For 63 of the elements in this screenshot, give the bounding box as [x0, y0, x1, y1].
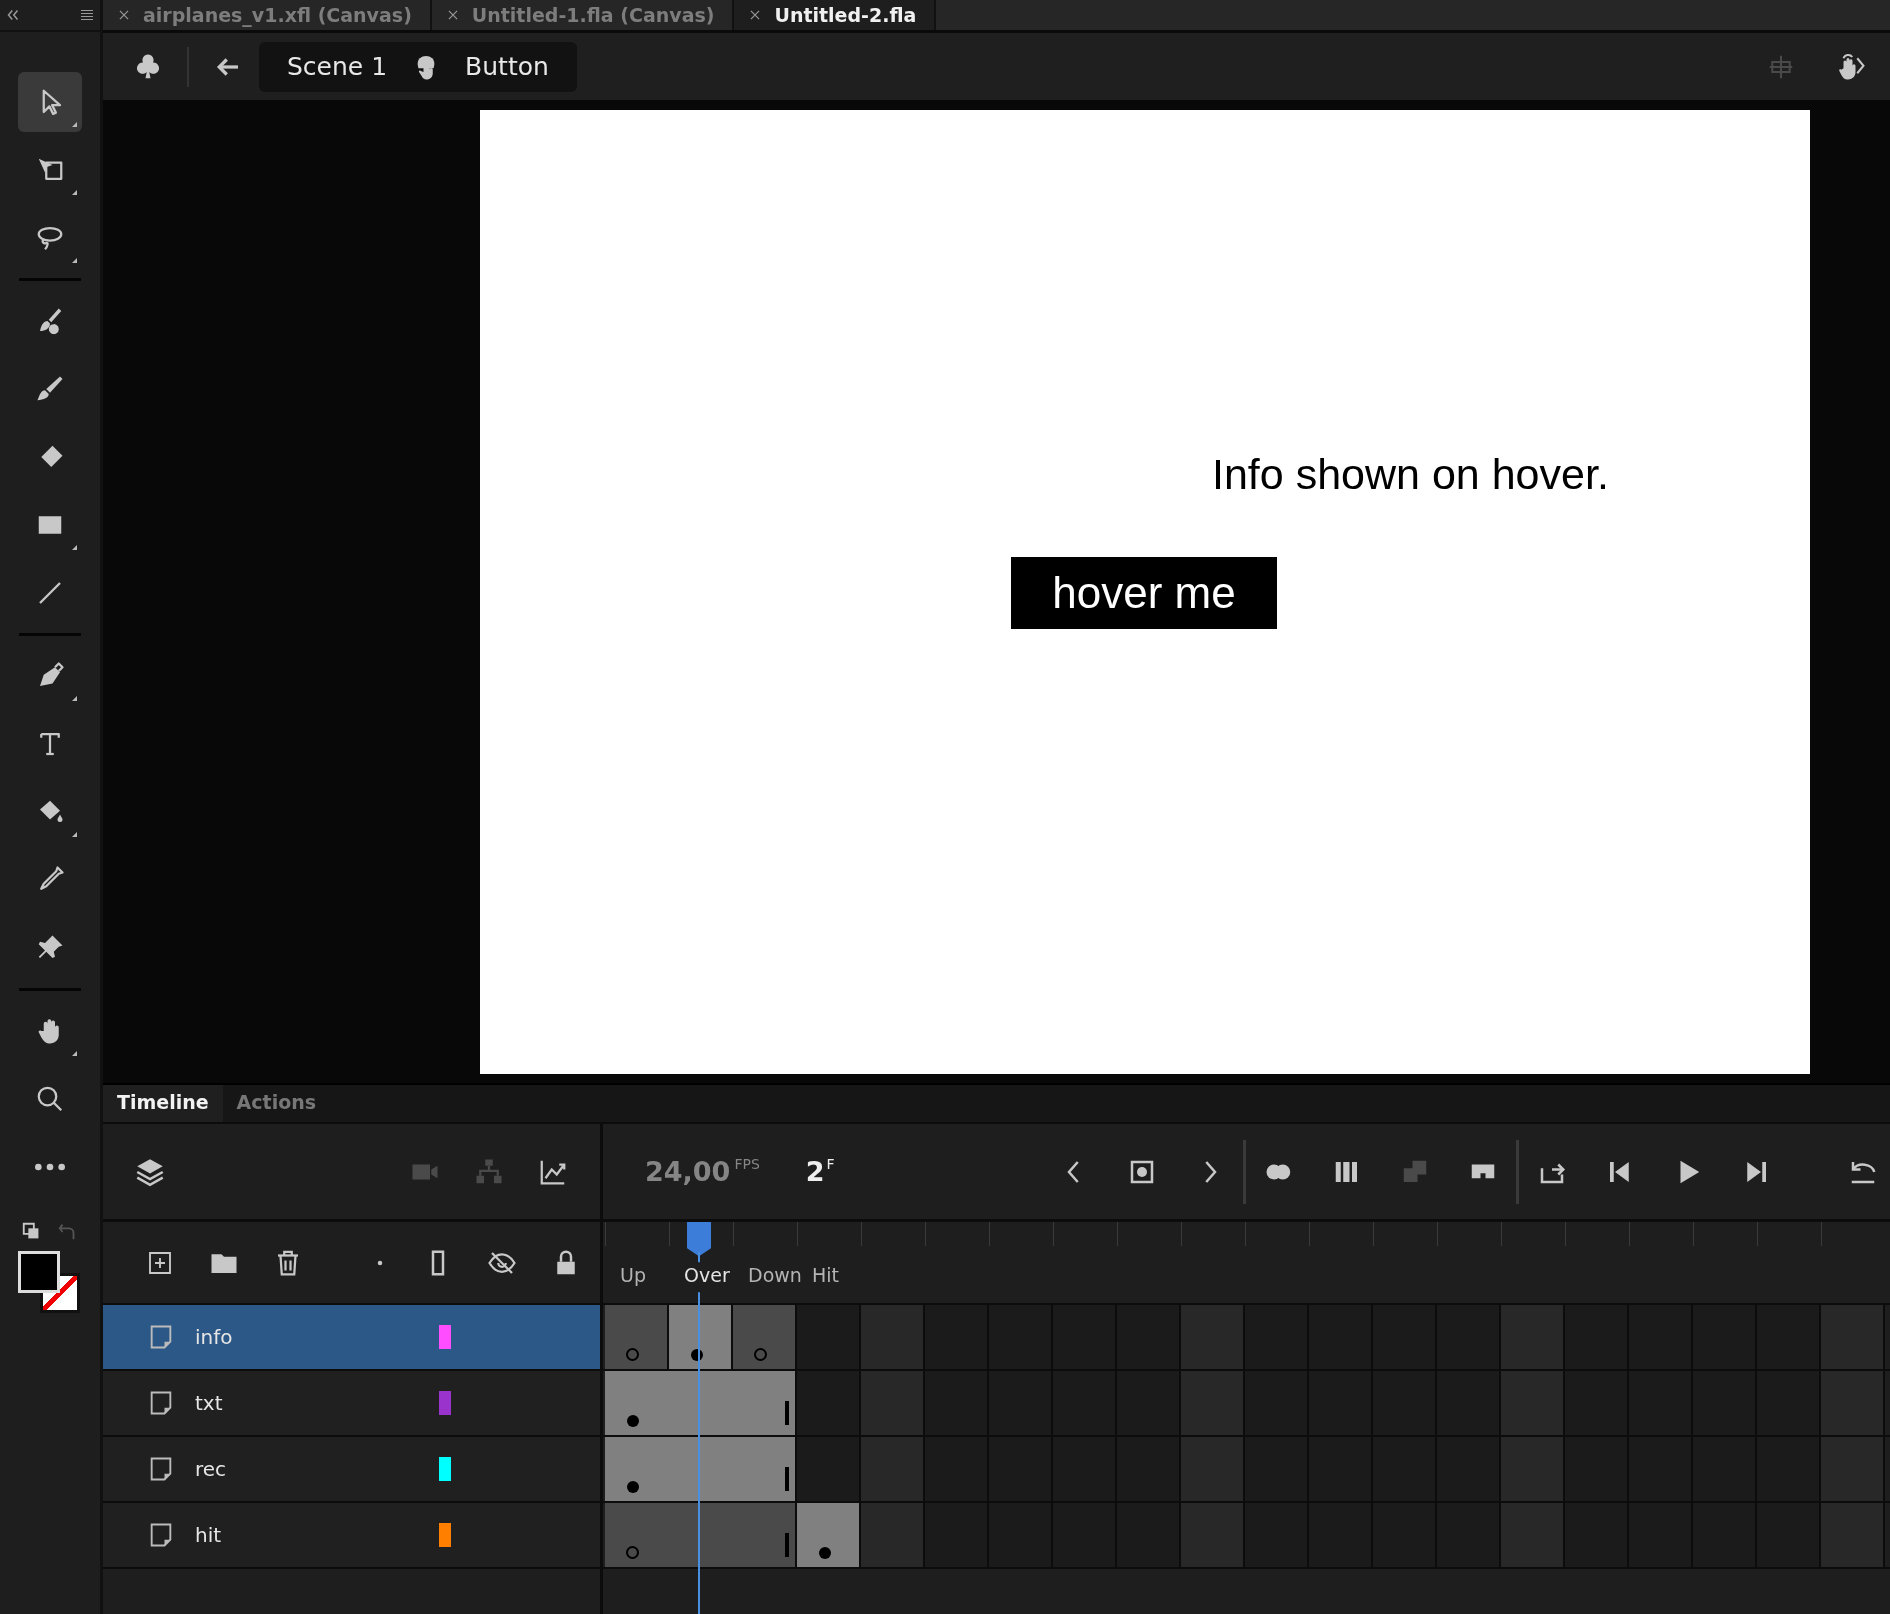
layer-color-marker[interactable] — [439, 1325, 451, 1349]
frame-cell[interactable] — [797, 1503, 861, 1567]
panel-tab[interactable]: Actions — [222, 1085, 331, 1122]
frame-cell[interactable] — [1181, 1305, 1245, 1369]
breadcrumb-link[interactable]: Scene 1 — [287, 52, 388, 81]
frame-cell[interactable] — [861, 1503, 925, 1567]
frame-cell[interactable] — [1821, 1371, 1885, 1435]
frame-cell[interactable] — [1821, 1305, 1885, 1369]
frame-cell[interactable] — [1181, 1437, 1245, 1501]
document-tab[interactable]: airplanes_v1.xfl (Canvas) — [103, 0, 432, 30]
frame-cell[interactable] — [1501, 1437, 1565, 1501]
layer-row[interactable]: info — [103, 1305, 603, 1371]
frame-cell[interactable] — [605, 1305, 669, 1369]
frame-cell[interactable] — [733, 1305, 797, 1369]
frame-cell[interactable] — [669, 1305, 733, 1369]
more-icon — [35, 1163, 65, 1171]
frame-label: Over — [684, 1264, 730, 1286]
hover-button-symbol: hover me — [1011, 557, 1277, 629]
fps-unit: FPS — [734, 1156, 760, 1172]
frame-cell[interactable] — [1821, 1437, 1885, 1501]
tab-label: Untitled-2.fla — [774, 4, 917, 26]
color-swatches-drawing[interactable] — [18, 1251, 82, 1315]
frame-unit: F — [826, 1156, 835, 1172]
frame-label: Hit — [812, 1264, 839, 1286]
frame-cell[interactable] — [1821, 1503, 1885, 1567]
layer-name: info — [195, 1325, 234, 1349]
search-icon — [35, 1084, 65, 1114]
frame-cell[interactable] — [733, 1503, 797, 1567]
layer-color-marker[interactable] — [439, 1523, 451, 1547]
tool-button[interactable] — [18, 72, 82, 132]
stage-caption: Info shown on hover. — [1212, 450, 1609, 499]
breadcrumb-link[interactable]: Button — [465, 52, 549, 81]
frame-cell[interactable] — [605, 1437, 669, 1501]
frame-cell[interactable] — [733, 1437, 797, 1501]
layer-row[interactable]: txt — [103, 1371, 603, 1437]
frame-cell[interactable] — [861, 1371, 925, 1435]
layer-name: rec — [195, 1457, 228, 1481]
tab-label: airplanes_v1.xfl (Canvas) — [143, 4, 412, 26]
layer-color-marker[interactable] — [439, 1391, 451, 1415]
layer-name: txt — [195, 1391, 224, 1415]
frame-cell[interactable] — [605, 1371, 669, 1435]
frame-cell[interactable] — [1181, 1371, 1245, 1435]
tab-label: Untitled-1.fla (Canvas) — [471, 4, 715, 26]
frame-label: Up — [620, 1264, 646, 1286]
document-tab[interactable]: Untitled-2.fla — [734, 0, 937, 30]
frame-cell[interactable] — [1501, 1305, 1565, 1369]
frame-cell[interactable] — [861, 1437, 925, 1501]
frame-label: Down — [748, 1264, 802, 1286]
frame-cell[interactable] — [1501, 1503, 1565, 1567]
layer-name: hit — [195, 1523, 223, 1547]
fps-value[interactable]: 24,00 — [645, 1156, 731, 1187]
hand-icon[interactable] — [1836, 51, 1866, 82]
frame-cell[interactable] — [1501, 1371, 1565, 1435]
layer-color-marker[interactable] — [439, 1457, 451, 1481]
layer-row[interactable]: hit — [103, 1503, 603, 1569]
panel-tab[interactable]: Timeline — [103, 1085, 223, 1122]
frame-cell[interactable] — [605, 1503, 669, 1567]
frame-cell[interactable] — [861, 1305, 925, 1369]
frame-number[interactable]: 2 — [805, 1156, 825, 1187]
frame-cell[interactable] — [733, 1371, 797, 1435]
layer-row[interactable]: rec — [103, 1437, 603, 1503]
close-icon[interactable] — [117, 8, 131, 22]
frame-cell[interactable] — [1181, 1503, 1245, 1567]
